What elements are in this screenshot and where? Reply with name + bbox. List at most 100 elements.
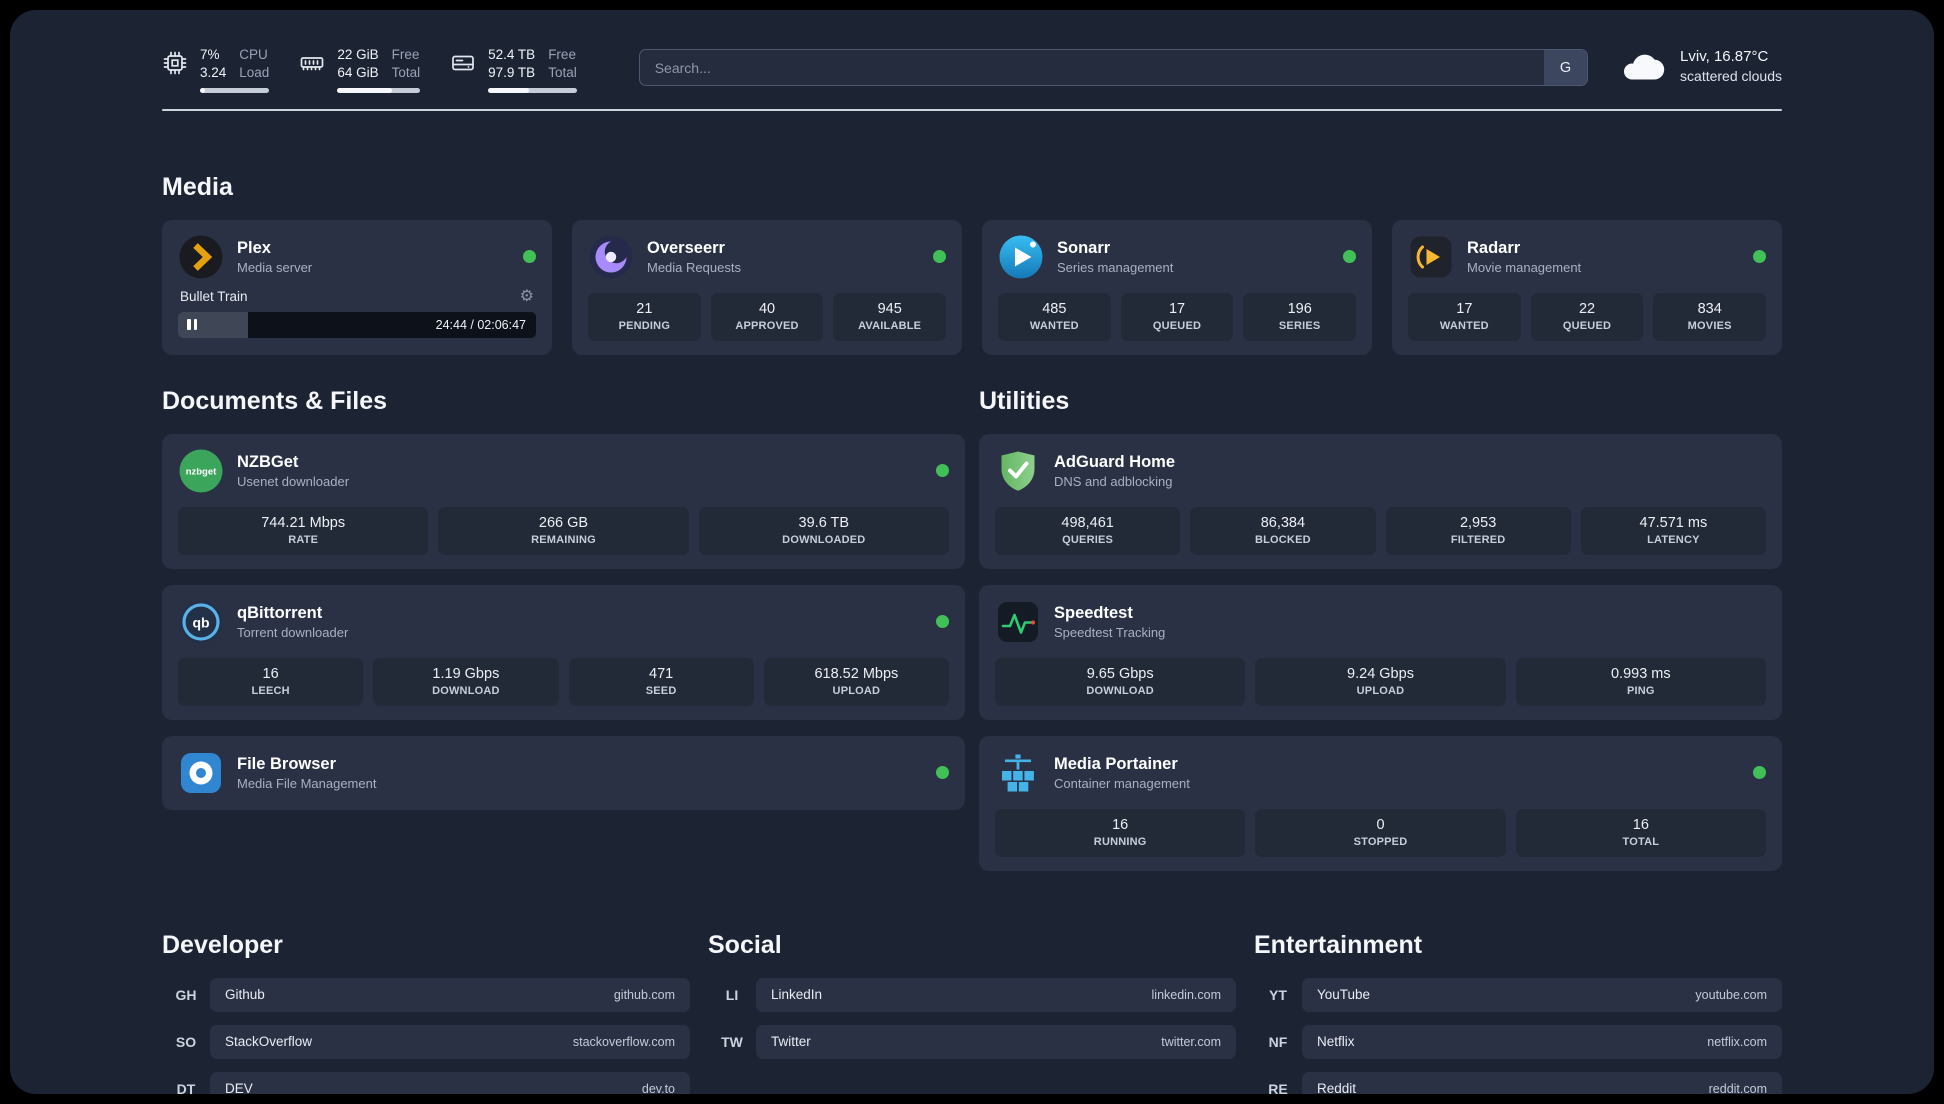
bookmark-name: Reddit bbox=[1317, 1081, 1357, 1094]
app-name: Overseerr bbox=[647, 238, 725, 257]
stat-tile: 834 MOVIES bbox=[1653, 292, 1767, 341]
app-subtitle: Container management bbox=[1054, 775, 1190, 791]
app-card-portainer[interactable]: Media Portainer Container management 16 … bbox=[979, 735, 1782, 871]
app-card-adguard[interactable]: AdGuard Home DNS and adblocking 498,461 … bbox=[979, 433, 1782, 569]
stat-tile: 266 GB REMAINING bbox=[438, 506, 689, 555]
app-name: File Browser bbox=[237, 754, 337, 773]
stat-tile: 2,953 FILTERED bbox=[1385, 506, 1571, 555]
pause-button[interactable] bbox=[187, 319, 197, 331]
status-dot bbox=[936, 766, 949, 780]
disk-icon bbox=[450, 50, 476, 76]
status-dot bbox=[1343, 250, 1356, 264]
bookmark-group-social: Social LI LinkedIn linkedin.com TW Twitt… bbox=[708, 931, 1236, 1094]
dashboard-page: 7% 3.24 CPU Load 22 GiB 64 GiB Free Tota… bbox=[10, 10, 1934, 1094]
app-name: NZBGet bbox=[237, 452, 299, 471]
stat-tile: 47.571 ms LATENCY bbox=[1580, 506, 1766, 555]
weather-widget: Lviv, 16.87°C scattered clouds bbox=[1620, 48, 1782, 84]
sonarr-icon bbox=[998, 234, 1044, 280]
app-card-plex[interactable]: Plex Media server Bullet Train ⚙ 24:44 /… bbox=[162, 219, 552, 355]
bookmark-url: netflix.com bbox=[1707, 1034, 1767, 1049]
stat-tile: 9.24 Gbps UPLOAD bbox=[1255, 657, 1506, 706]
app-subtitle: DNS and adblocking bbox=[1054, 473, 1173, 489]
disk-usage-bar bbox=[488, 87, 577, 93]
status-dot bbox=[933, 250, 946, 264]
disk-free-value: 52.4 TB bbox=[488, 47, 536, 62]
ram-usage-fill bbox=[337, 87, 392, 93]
app-subtitle: Series management bbox=[1057, 259, 1174, 275]
overseerr-icon bbox=[588, 234, 634, 280]
bookmark-netflix[interactable]: NF Netflix netflix.com bbox=[1254, 1024, 1782, 1059]
disk-total-value: 97.9 TB bbox=[488, 64, 536, 80]
section-utilities: Utilities AdGuard Home DNS and adblockin… bbox=[979, 387, 1782, 887]
app-card-overseerr[interactable]: Overseerr Media Requests 21 PENDING 40 A… bbox=[572, 219, 962, 355]
cpu-load-value: 3.24 bbox=[200, 64, 227, 80]
bookmark-abbr: LI bbox=[725, 986, 739, 1003]
bookmark-dev[interactable]: DT DEV dev.to bbox=[162, 1071, 690, 1094]
bookmark-abbr: GH bbox=[175, 986, 197, 1003]
cpu-percent: 7% bbox=[200, 47, 220, 62]
stat-tile: 0 STOPPED bbox=[1255, 808, 1506, 857]
app-subtitle: Speedtest Tracking bbox=[1054, 624, 1166, 640]
app-card-nzbget[interactable]: nzbget NZBGet Usenet downloader 744.21 M… bbox=[162, 433, 965, 569]
portainer-icon bbox=[995, 750, 1041, 796]
ram-total-label: Total bbox=[391, 64, 421, 80]
bookmark-reddit[interactable]: RE Reddit reddit.com bbox=[1254, 1071, 1782, 1094]
bookmark-url: reddit.com bbox=[1708, 1081, 1767, 1094]
status-dot bbox=[936, 464, 949, 478]
app-name: AdGuard Home bbox=[1054, 452, 1176, 471]
app-card-qbittorrent[interactable]: qb qBittorrent Torrent downloader 16 LEE… bbox=[162, 584, 965, 720]
bookmark-url: youtube.com bbox=[1695, 987, 1767, 1002]
bookmark-abbr: RE bbox=[1268, 1080, 1288, 1094]
stat-tile: 16 RUNNING bbox=[995, 808, 1246, 857]
stat-tile: 1.19 Gbps DOWNLOAD bbox=[373, 657, 559, 706]
app-card-radarr[interactable]: Radarr Movie management 17 WANTED 22 QUE… bbox=[1392, 219, 1782, 355]
bookmark-stackoverflow[interactable]: SO StackOverflow stackoverflow.com bbox=[162, 1024, 690, 1059]
bookmark-url: github.com bbox=[613, 987, 675, 1002]
bookmark-url: stackoverflow.com bbox=[572, 1034, 675, 1049]
gear-icon[interactable]: ⚙ bbox=[520, 288, 534, 305]
stat-tile: 17 QUEUED bbox=[1120, 292, 1234, 341]
section-title-utilities: Utilities bbox=[979, 386, 1070, 415]
section-media: Media Plex Media server Bullet Train ⚙ 2… bbox=[162, 173, 1782, 355]
bookmark-youtube[interactable]: YT YouTube youtube.com bbox=[1254, 977, 1782, 1012]
app-subtitle: Usenet downloader bbox=[237, 473, 350, 489]
bookmark-name: YouTube bbox=[1317, 987, 1371, 1003]
status-dot bbox=[1753, 766, 1766, 780]
search-provider-button[interactable]: G bbox=[1544, 50, 1588, 85]
bookmark-url: linkedin.com bbox=[1151, 987, 1221, 1002]
ram-total-value: 64 GiB bbox=[337, 64, 379, 80]
bookmark-twitter[interactable]: TW Twitter twitter.com bbox=[708, 1024, 1236, 1059]
stat-tile: 196 SERIES bbox=[1243, 292, 1357, 341]
status-dot bbox=[1753, 250, 1766, 264]
topbar: 7% 3.24 CPU Load 22 GiB 64 GiB Free Tota… bbox=[162, 46, 1782, 93]
stat-tile: 39.6 TB DOWNLOADED bbox=[698, 506, 949, 555]
app-subtitle: Media File Management bbox=[237, 775, 377, 791]
app-card-filebrowser[interactable]: File Browser Media File Management bbox=[162, 735, 965, 810]
speedtest-icon bbox=[995, 599, 1041, 645]
bookmark-name: LinkedIn bbox=[771, 987, 823, 1003]
bookmark-abbr: NF bbox=[1268, 1033, 1288, 1050]
bookmark-group-developer: Developer GH Github github.com SO StackO… bbox=[162, 931, 690, 1094]
stat-tile: 16 LEECH bbox=[178, 657, 364, 706]
app-card-speedtest[interactable]: Speedtest Speedtest Tracking 9.65 Gbps D… bbox=[979, 584, 1782, 720]
bookmark-abbr: DT bbox=[176, 1080, 196, 1094]
bookmark-abbr: TW bbox=[721, 1033, 743, 1050]
app-subtitle: Movie management bbox=[1467, 259, 1582, 275]
bookmark-linkedin[interactable]: LI LinkedIn linkedin.com bbox=[708, 977, 1236, 1012]
plex-now-playing: Bullet Train ⚙ 24:44 / 02:06:47 bbox=[178, 288, 536, 338]
app-subtitle: Media server bbox=[237, 259, 313, 275]
svg-text:nzbget: nzbget bbox=[186, 466, 217, 477]
disk-free-label: Free bbox=[548, 47, 576, 62]
stat-tile: 498,461 QUERIES bbox=[995, 506, 1181, 555]
bookmark-name: Netflix bbox=[1317, 1034, 1355, 1050]
app-card-sonarr[interactable]: Sonarr Series management 485 WANTED 17 Q… bbox=[982, 219, 1372, 355]
seek-bar[interactable]: 24:44 / 02:06:47 bbox=[178, 311, 536, 338]
cpu-widget: 7% 3.24 CPU Load bbox=[162, 46, 270, 93]
cpu-icon bbox=[162, 50, 188, 76]
weather-location: Lviv, 16.87°C bbox=[1680, 48, 1769, 65]
section-title-social: Social bbox=[708, 930, 782, 959]
search-input[interactable] bbox=[638, 49, 1589, 86]
bookmark-name: Github bbox=[225, 987, 265, 1003]
stat-tile: 86,384 BLOCKED bbox=[1190, 506, 1376, 555]
bookmark-github[interactable]: GH Github github.com bbox=[162, 977, 690, 1012]
